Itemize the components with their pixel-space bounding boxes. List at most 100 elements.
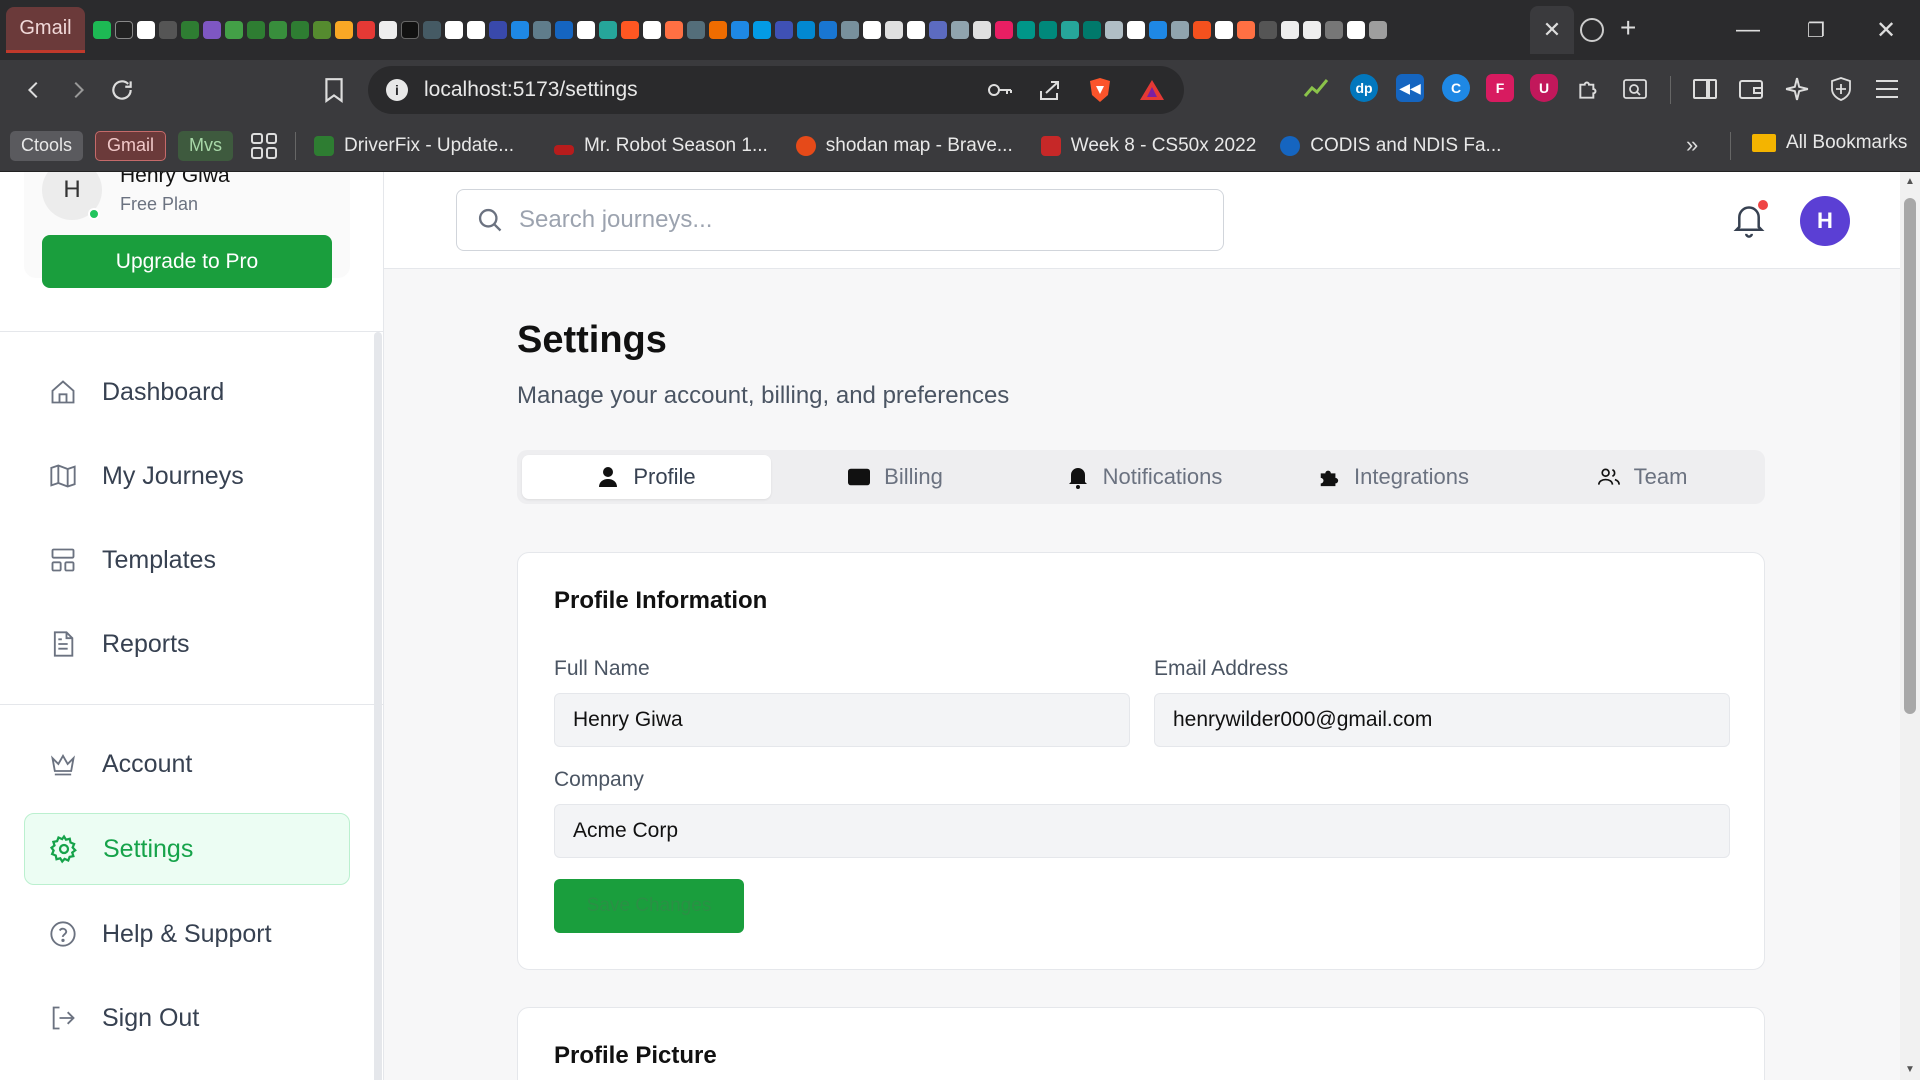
tab-favicon[interactable] <box>1303 21 1321 39</box>
tab-favicon[interactable] <box>401 21 419 39</box>
company-field[interactable] <box>554 804 1730 858</box>
tab-favicon[interactable] <box>1105 21 1123 39</box>
tab-favicon[interactable] <box>269 21 287 39</box>
tab-favicon[interactable] <box>379 21 397 39</box>
tab-favicon[interactable] <box>841 21 859 39</box>
share-icon[interactable] <box>1036 76 1064 104</box>
new-tab-button[interactable]: + <box>1620 14 1636 42</box>
sidebar-item-account[interactable]: Account <box>24 728 350 800</box>
tab-favicon[interactable] <box>1215 21 1233 39</box>
sidebar-toggle-icon[interactable] <box>1690 74 1720 104</box>
bookmark-codis[interactable]: CODIS and NDIS Fa... <box>1280 135 1501 157</box>
tab-favicon[interactable] <box>1347 21 1365 39</box>
search-journeys-input[interactable]: Search journeys... <box>456 189 1224 251</box>
tab-favicon[interactable] <box>1061 21 1079 39</box>
tab-notifications[interactable]: Notifications <box>1020 455 1269 499</box>
brave-rewards-icon[interactable] <box>1138 76 1166 104</box>
sidebar-item-settings[interactable]: Settings <box>24 813 350 885</box>
tab-favicon[interactable] <box>797 21 815 39</box>
tab-favicon[interactable] <box>1127 21 1145 39</box>
rewind-extension-icon[interactable]: ◀◀ <box>1396 74 1424 102</box>
avatar[interactable]: H <box>1800 196 1850 246</box>
sidebar-scrollbar[interactable] <box>374 332 382 1080</box>
tab-favicon[interactable] <box>1281 21 1299 39</box>
tab-favicon[interactable] <box>357 21 375 39</box>
minimize-icon[interactable]: — <box>1728 12 1768 48</box>
bookmark-driverfix[interactable]: DriverFix - Update... <box>314 135 514 157</box>
sidebar-item-reports[interactable]: Reports <box>24 608 350 680</box>
tab-favicon[interactable] <box>423 21 441 39</box>
tab-favicon[interactable] <box>621 21 639 39</box>
forward-icon[interactable] <box>62 74 94 106</box>
tab-favicon[interactable] <box>313 21 331 39</box>
tab-favicon[interactable] <box>731 21 749 39</box>
tab-favicon[interactable] <box>995 21 1013 39</box>
search-page-icon[interactable] <box>1620 74 1650 104</box>
tab-favicon[interactable] <box>225 21 243 39</box>
tab-favicon[interactable] <box>973 21 991 39</box>
scroll-down-icon[interactable]: ▼ <box>1904 1064 1916 1076</box>
back-icon[interactable] <box>18 74 50 106</box>
tab-favicon[interactable] <box>577 21 595 39</box>
active-tab-close-button[interactable]: ✕ <box>1530 6 1574 54</box>
bookmark-page-icon[interactable] <box>318 74 350 106</box>
sidebar-item-templates[interactable]: Templates <box>24 524 350 596</box>
tab-favicon[interactable] <box>687 21 705 39</box>
vpn-shield-icon[interactable] <box>1826 74 1856 104</box>
tab-favicon[interactable] <box>929 21 947 39</box>
tab-favicon[interactable] <box>533 21 551 39</box>
tab-favicon[interactable] <box>665 21 683 39</box>
tab-favicon[interactable] <box>1259 21 1277 39</box>
tab-favicon[interactable] <box>247 21 265 39</box>
tab-favicon[interactable] <box>511 21 529 39</box>
more-bookmarks-icon[interactable]: » <box>1686 132 1698 158</box>
scroll-up-icon[interactable]: ▲ <box>1904 176 1916 188</box>
tab-favicon[interactable] <box>137 21 155 39</box>
tab-favicon[interactable] <box>643 21 661 39</box>
tab-favicon[interactable] <box>907 21 925 39</box>
extensions-puzzle-icon[interactable] <box>1574 74 1604 104</box>
bookmark-mr-robot[interactable]: Mr. Robot Season 1... <box>554 135 768 157</box>
tab-favicon[interactable] <box>951 21 969 39</box>
tab-favicon[interactable] <box>159 21 177 39</box>
bookmark-folder-mvs[interactable]: Mvs <box>178 130 234 161</box>
tab-favicon[interactable] <box>467 21 485 39</box>
reload-icon[interactable] <box>106 74 138 106</box>
page-scrollbar[interactable]: ▲ ▼ <box>1900 172 1920 1080</box>
tab-profile[interactable]: Profile <box>522 455 771 499</box>
menu-icon[interactable] <box>1872 74 1902 104</box>
tab-favicon[interactable] <box>885 21 903 39</box>
tab-favicon[interactable] <box>291 21 309 39</box>
scrollbar-thumb[interactable] <box>1904 198 1916 714</box>
tab-favicon[interactable] <box>775 21 793 39</box>
tab-favicon[interactable] <box>1017 21 1035 39</box>
tab-integrations[interactable]: Integrations <box>1269 455 1518 499</box>
sidebar-item-help-support[interactable]: Help & Support <box>24 898 350 970</box>
tab-favicon[interactable] <box>863 21 881 39</box>
url-text[interactable]: localhost:5173/settings <box>424 78 638 102</box>
key-icon[interactable] <box>986 76 1014 104</box>
leo-ai-icon[interactable] <box>1782 74 1812 104</box>
ublock-extension-icon[interactable]: U <box>1530 74 1558 102</box>
full-name-field[interactable] <box>554 693 1130 747</box>
close-window-icon[interactable]: ✕ <box>1866 12 1906 48</box>
c-extension-icon[interactable]: C <box>1442 74 1470 102</box>
restore-icon[interactable]: ❐ <box>1796 12 1836 48</box>
tab-favicon[interactable] <box>1083 21 1101 39</box>
tab-favicon[interactable] <box>1039 21 1057 39</box>
bookmark-folder-gmail[interactable]: Gmail <box>95 130 167 161</box>
tab-favicon[interactable] <box>1149 21 1167 39</box>
all-bookmarks-folder[interactable]: All Bookmarks <box>1752 132 1907 154</box>
site-info-icon[interactable]: i <box>386 79 408 101</box>
tab-billing[interactable]: Billing <box>771 455 1020 499</box>
tab-favicon[interactable] <box>555 21 573 39</box>
tab-favicon[interactable] <box>753 21 771 39</box>
sidebar-item-sign-out[interactable]: Sign Out <box>24 982 350 1054</box>
bookmark-cs50[interactable]: Week 8 - CS50x 2022 <box>1040 135 1256 157</box>
tab-favicon[interactable] <box>489 21 507 39</box>
tab-team[interactable]: Team <box>1518 455 1767 499</box>
tab-favicon[interactable] <box>115 21 133 39</box>
tab-favicon[interactable] <box>181 21 199 39</box>
tab-gmail[interactable]: Gmail <box>6 7 85 53</box>
wallet-icon[interactable] <box>1736 74 1766 104</box>
